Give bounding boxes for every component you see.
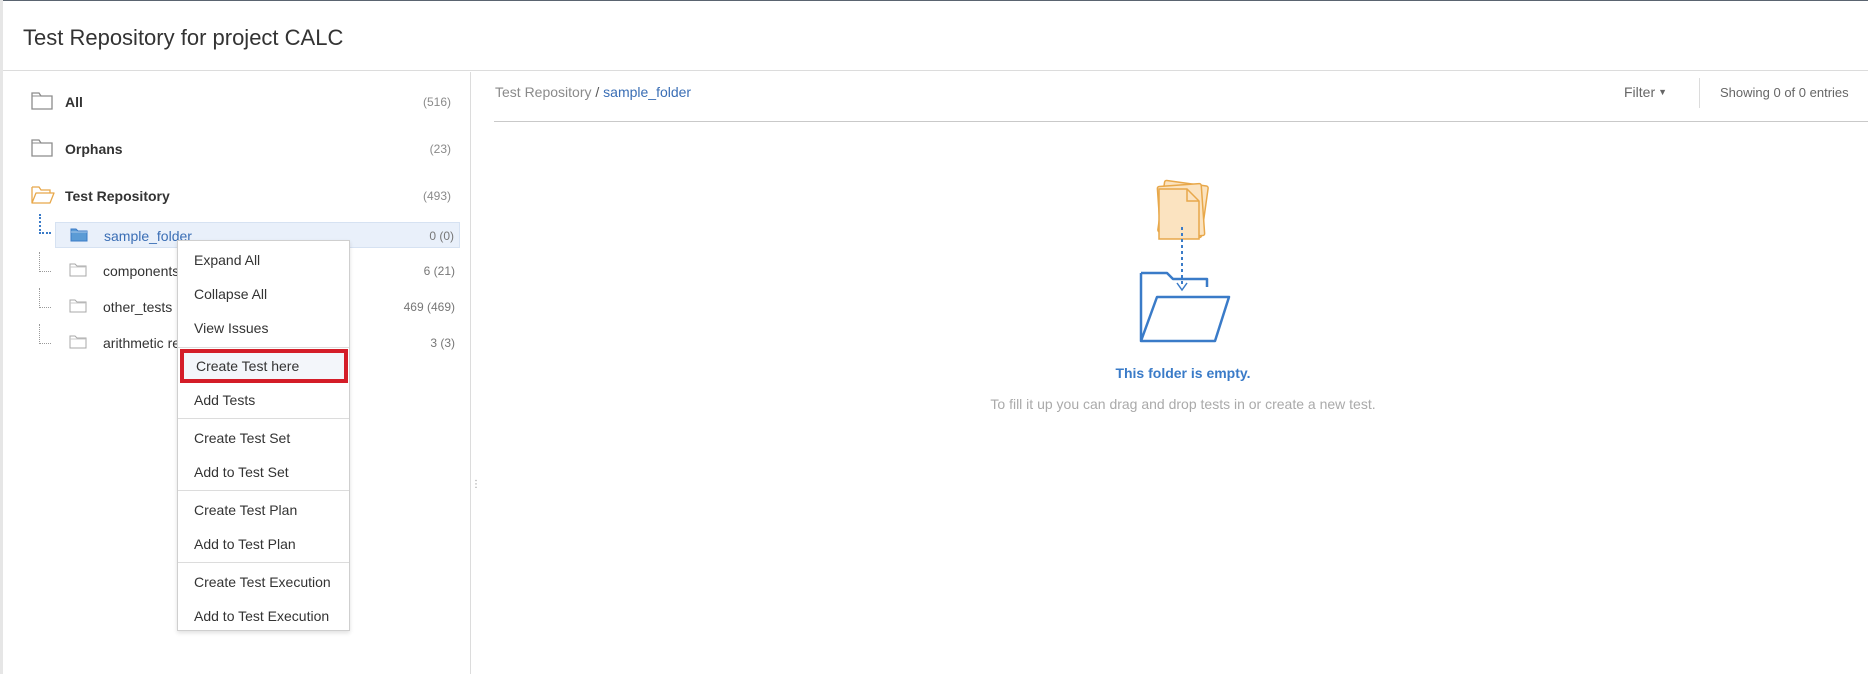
caret-down-icon: ▼ — [1658, 87, 1668, 97]
content-divider — [494, 121, 1868, 122]
breadcrumb-current: sample_folder — [603, 84, 692, 100]
folder-icon — [69, 299, 87, 313]
menu-divider — [178, 490, 349, 491]
tree-item-label: components — [103, 263, 180, 279]
tree-root-count: (493) — [422, 189, 451, 203]
menu-item-create-test-execution[interactable]: Create Test Execution — [178, 565, 349, 599]
open-folder-icon — [1139, 271, 1231, 343]
tree-root-label: Test Repository — [65, 188, 170, 204]
tree-item-label: other_tests — [103, 299, 173, 315]
documents-icon — [1156, 179, 1209, 240]
tree-root-test-repository[interactable]: Test Repository (493) — [3, 181, 471, 211]
empty-folder-illustration-icon — [1139, 179, 1231, 343]
tree-item-count: 0 (0) — [429, 229, 454, 243]
tree-connector — [39, 214, 51, 234]
folder-icon — [31, 92, 53, 110]
menu-item-create-test-set[interactable]: Create Test Set — [178, 421, 349, 455]
tree-item-count: 6 (21) — [423, 264, 455, 278]
menu-item-collapse-all[interactable]: Collapse All — [178, 277, 349, 311]
tree-connector — [39, 252, 51, 272]
menu-divider — [178, 418, 349, 419]
folder-icon — [69, 335, 87, 349]
filter-label: Filter — [1624, 84, 1656, 100]
breadcrumb-separator: / — [595, 84, 600, 100]
tree-root-count: (516) — [422, 95, 451, 109]
tree-root-label: Orphans — [65, 141, 123, 157]
empty-state-title: This folder is empty. — [1115, 365, 1251, 381]
folder-open-icon — [31, 186, 55, 204]
breadcrumb: Test Repository / sample_folder — [495, 84, 691, 100]
tree-root-count: (23) — [429, 142, 451, 156]
filter-dropdown-button[interactable]: Filter ▼ — [1624, 84, 1667, 100]
toolbar-divider — [1699, 78, 1700, 108]
panel-splitter-handle[interactable]: ⋮ — [471, 480, 481, 497]
tree-root-orphans[interactable]: Orphans (23) — [3, 134, 471, 164]
breadcrumb-root-link[interactable]: Test Repository — [495, 84, 591, 100]
context-menu: Expand All Collapse All View Issues Crea… — [177, 240, 350, 631]
menu-item-add-to-test-set[interactable]: Add to Test Set — [178, 455, 349, 489]
menu-item-add-tests[interactable]: Add Tests — [178, 383, 349, 417]
menu-divider — [178, 562, 349, 563]
empty-state-hint: To fill it up you can drag and drop test… — [990, 396, 1376, 412]
tree-item-label: arithmetic re — [103, 335, 181, 351]
page-title: Test Repository for project CALC — [23, 25, 344, 50]
menu-item-create-test-here[interactable]: Create Test here — [180, 349, 348, 383]
menu-item-add-to-test-execution[interactable]: Add to Test Execution — [178, 599, 349, 633]
tree-item-count: 3 (3) — [430, 336, 455, 350]
menu-item-create-test-plan[interactable]: Create Test Plan — [178, 493, 349, 527]
menu-item-expand-all[interactable]: Expand All — [178, 243, 349, 277]
tree-root-all[interactable]: All (516) — [3, 87, 471, 117]
tree-connector — [39, 288, 51, 308]
menu-item-add-to-test-plan[interactable]: Add to Test Plan — [178, 527, 349, 561]
folder-icon — [31, 139, 53, 157]
menu-item-view-issues[interactable]: View Issues — [178, 311, 349, 345]
menu-divider — [178, 347, 349, 348]
tree-root-label: All — [65, 94, 83, 110]
entries-count-text: Showing 0 of 0 entries — [1720, 85, 1849, 100]
folder-icon — [70, 228, 88, 242]
folder-icon — [69, 263, 87, 277]
tree-item-count: 469 (469) — [403, 300, 455, 314]
page-header: Test Repository for project CALC — [3, 1, 1868, 71]
tree-connector — [39, 324, 51, 344]
